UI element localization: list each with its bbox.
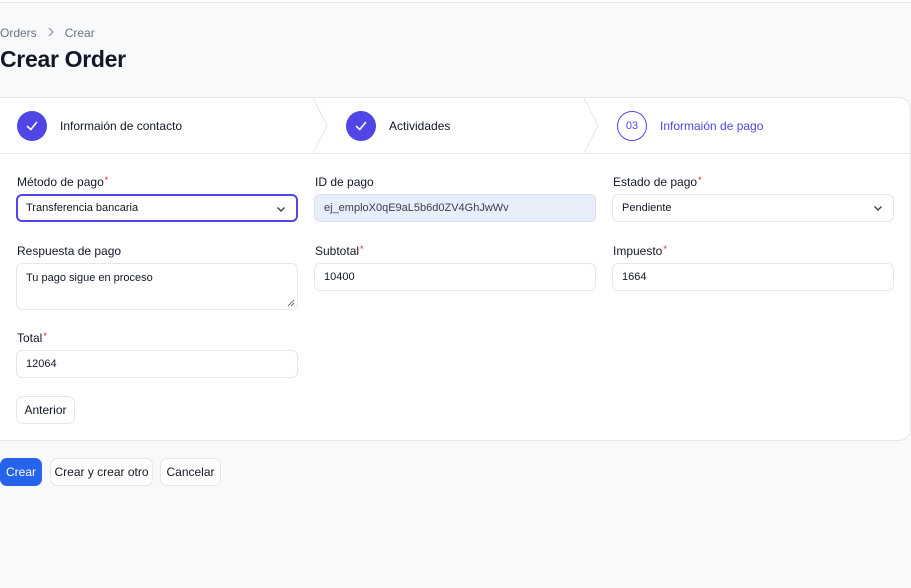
tax-input[interactable]: 1664 xyxy=(612,263,894,291)
payment-status-label: Estado de pago* xyxy=(613,175,702,189)
breadcrumb-chevron-icon xyxy=(47,26,55,40)
chevron-down-icon xyxy=(874,206,882,211)
subtotal-label: Subtotal* xyxy=(315,244,364,258)
chevron-down-icon xyxy=(277,207,285,212)
step-number-badge: 03 xyxy=(617,110,647,141)
step-payment-info-label: Informaión de pago xyxy=(660,118,764,133)
payment-status-value: Pendiente xyxy=(622,202,672,214)
wizard-steps: Informaión de contacto Actividades 03 In… xyxy=(0,98,911,154)
payment-id-field[interactable]: ej_emploX0qE9aL5b6d0ZV4GhJwWv xyxy=(314,194,596,222)
create-button[interactable]: Crear xyxy=(0,458,42,486)
breadcrumb-orders-link[interactable]: Orders xyxy=(0,26,37,40)
step-contact-info-label: Informaión de contacto xyxy=(60,118,183,133)
cancel-button[interactable]: Cancelar xyxy=(160,458,221,486)
payment-method-label-text: Método de pago xyxy=(17,175,104,189)
payment-id-label: ID de pago xyxy=(315,175,374,189)
required-marker: * xyxy=(104,175,109,185)
create-another-button[interactable]: Crear y crear otro xyxy=(50,458,153,486)
required-marker: * xyxy=(698,175,702,185)
payment-status-select[interactable]: Pendiente xyxy=(612,194,894,222)
step-activities[interactable]: Actividades xyxy=(346,98,450,153)
total-label: Total* xyxy=(17,331,47,345)
previous-step-button[interactable]: Anterior xyxy=(16,396,75,424)
step-divider-chevron-icon xyxy=(584,98,599,153)
wizard-card: Informaión de contacto Actividades 03 In… xyxy=(0,97,911,441)
payment-status-label-text: Estado de pago xyxy=(613,175,698,189)
payment-method-select[interactable]: Transferencia bancaria xyxy=(16,194,298,222)
breadcrumb-current: Crear xyxy=(64,26,95,40)
page-title: Crear Order xyxy=(0,46,126,72)
total-input[interactable]: 12064 xyxy=(16,350,298,378)
required-marker: * xyxy=(663,244,667,254)
check-icon xyxy=(17,110,47,141)
breadcrumb: Orders Crear xyxy=(0,26,95,40)
payment-method-value: Transferencia bancaria xyxy=(26,202,139,214)
resize-handle-icon[interactable] xyxy=(287,299,295,307)
subtotal-value: 10400 xyxy=(324,271,355,283)
required-marker: * xyxy=(43,331,47,341)
payment-method-label: Método de pago* xyxy=(17,175,108,189)
step-contact-info[interactable]: Informaión de contacto xyxy=(17,98,182,153)
step-divider-chevron-icon xyxy=(313,98,328,153)
step-activities-label: Actividades xyxy=(389,118,451,133)
tax-label: Impuesto* xyxy=(613,244,667,258)
step-payment-info[interactable]: 03 Informaión de pago xyxy=(617,98,763,153)
top-bar-divider xyxy=(0,0,911,3)
payment-id-value: ej_emploX0qE9aL5b6d0ZV4GhJwWv xyxy=(324,202,509,214)
check-icon xyxy=(346,110,376,141)
total-value: 12064 xyxy=(26,358,57,370)
payment-response-label: Respuesta de pago xyxy=(17,244,122,258)
tax-value: 1664 xyxy=(622,271,647,283)
tax-label-text: Impuesto xyxy=(613,244,663,258)
total-label-text: Total xyxy=(17,331,43,345)
subtotal-input[interactable]: 10400 xyxy=(314,263,596,291)
subtotal-label-text: Subtotal xyxy=(315,244,360,258)
required-marker: * xyxy=(360,244,364,254)
payment-response-textarea[interactable]: Tu pago sigue en proceso xyxy=(16,263,298,310)
payment-response-value: Tu pago sigue en proceso xyxy=(26,272,153,284)
